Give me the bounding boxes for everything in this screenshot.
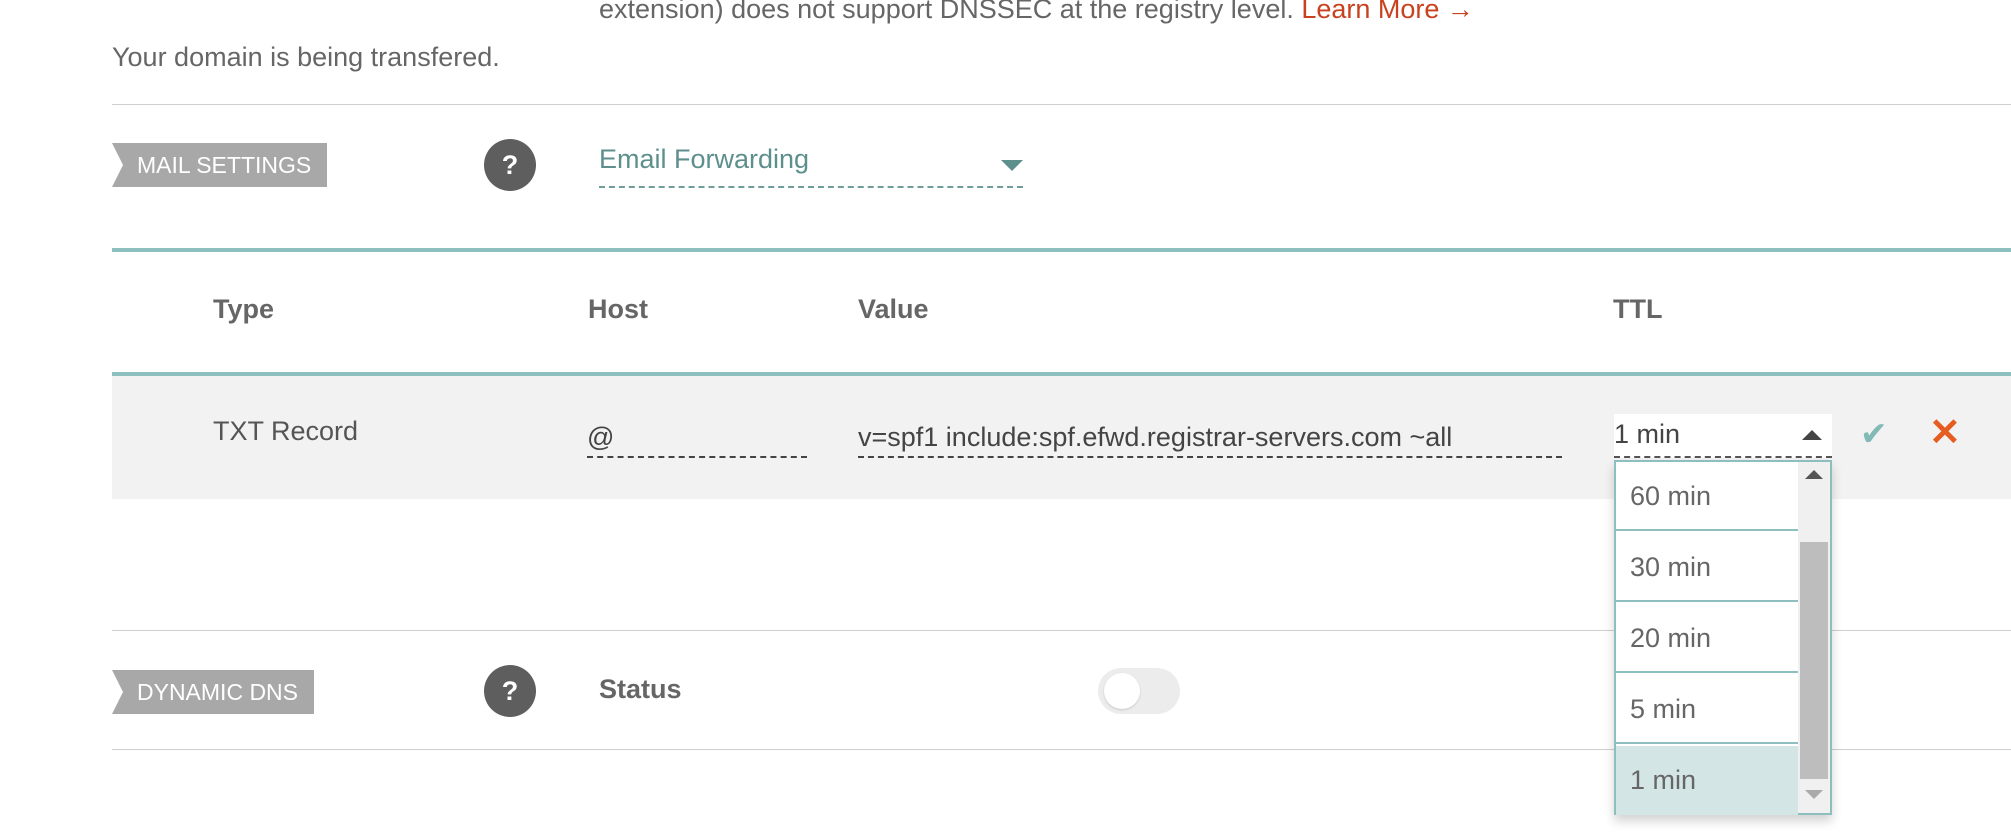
ttl-option-60[interactable]: 60 min	[1616, 462, 1798, 531]
record-type: TXT Record	[213, 416, 359, 446]
table-top-border	[112, 248, 2011, 252]
ttl-option-1[interactable]: 1 min	[1616, 746, 1798, 815]
dnssec-notice-text: extension) does not support DNSSEC at th…	[599, 0, 1294, 24]
ttl-option-30[interactable]: 30 min	[1616, 533, 1798, 602]
column-header-value: Value	[858, 294, 929, 324]
check-icon[interactable]: ✔	[1860, 414, 1888, 453]
column-header-host: Host	[588, 294, 648, 324]
transfer-message: Your domain is being transfered.	[112, 42, 500, 72]
mail-settings-help-button[interactable]: ?	[484, 139, 536, 191]
column-header-ttl: TTL	[1613, 294, 1663, 324]
ttl-select[interactable]: 1 min	[1614, 414, 1832, 458]
value-input[interactable]: v=spf1 include:spf.efwd.registrar-server…	[858, 418, 1562, 458]
dynamic-dns-tag: DYNAMIC DNS	[112, 670, 315, 714]
mail-settings-tag: MAIL SETTINGS	[112, 143, 328, 187]
mail-settings-label: MAIL SETTINGS	[137, 152, 312, 178]
toggle-knob	[1104, 673, 1140, 709]
chevron-down-icon	[1001, 160, 1023, 171]
status-toggle[interactable]	[1098, 668, 1180, 714]
mail-settings-selected: Email Forwarding	[599, 144, 810, 174]
ttl-selected-value: 1 min	[1614, 419, 1681, 449]
close-icon[interactable]: ✕	[1929, 410, 1961, 455]
column-header-type: Type	[213, 294, 275, 324]
dynamic-dns-label: DYNAMIC DNS	[137, 679, 299, 705]
scrollbar-thumb[interactable]	[1800, 542, 1828, 779]
status-label: Status	[599, 674, 682, 704]
host-input[interactable]: @	[587, 418, 807, 458]
ttl-option-5[interactable]: 5 min	[1616, 675, 1798, 744]
chevron-up-icon	[1802, 430, 1822, 440]
scroll-down-arrow-icon[interactable]	[1805, 790, 1823, 799]
dropdown-scrollbar[interactable]	[1798, 462, 1830, 813]
dynamic-dns-help-button[interactable]: ?	[484, 665, 536, 717]
ttl-dropdown: 60 min 30 min 20 min 5 min 1 min	[1614, 460, 1832, 815]
scroll-up-arrow-icon[interactable]	[1805, 470, 1823, 479]
divider	[112, 104, 2011, 105]
dnssec-notice: extension) does not support DNSSEC at th…	[599, 0, 1474, 25]
learn-more-link[interactable]: Learn More →	[1301, 0, 1474, 24]
ttl-option-20[interactable]: 20 min	[1616, 604, 1798, 673]
mail-settings-select[interactable]: Email Forwarding	[599, 144, 1023, 188]
